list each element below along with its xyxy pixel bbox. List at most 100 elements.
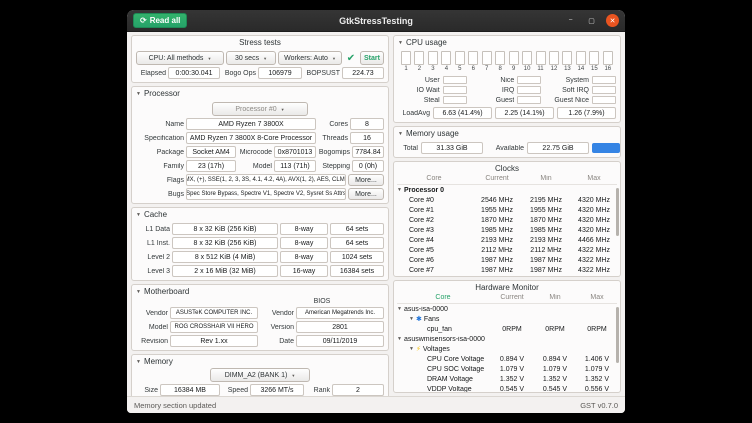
loadavg-1min[interactable]: 6.63 (41.4%) — [433, 107, 492, 119]
mem-total-value[interactable]: 31.33 GiB — [421, 142, 483, 154]
hwmon-scrollbar[interactable] — [616, 307, 619, 389]
hwmon-sensor-row[interactable]: CPU SOC Voltage 1.079 V 1.079 V 1.079 V — [397, 364, 617, 374]
mem-available-value[interactable]: 22.75 GiB — [527, 142, 589, 154]
package-value[interactable]: Socket AM4 — [186, 146, 236, 158]
hwmon-col-current[interactable]: Current — [491, 294, 533, 301]
cache-ways-value[interactable]: 8-way — [280, 223, 328, 235]
model-value[interactable]: 113 (71h) — [274, 160, 316, 172]
clocks-col-core[interactable]: Core — [397, 175, 471, 182]
clocks-col-max[interactable]: Max — [571, 175, 617, 182]
hwmon-col-core[interactable]: Core — [397, 294, 489, 301]
bogomips-value[interactable]: 7784.84 — [352, 146, 384, 158]
hwmon-table-header: Core Current Min Max — [397, 294, 617, 304]
mem-rank-value[interactable]: 2 — [332, 384, 384, 396]
memory-expander[interactable]: ▼ Memory — [136, 357, 384, 368]
workers-dropdown[interactable]: Workers: Auto ▼ — [278, 51, 342, 65]
flags-more-button[interactable]: More... — [348, 174, 384, 186]
bugs-value[interactable]: Spec Store Bypass, Spectre V1, Spectre V… — [186, 188, 346, 200]
clock-row[interactable]: Core #5 2112 MHz 2112 MHz 4322 MHz — [397, 245, 617, 255]
processor-selector[interactable]: Processor #0 ▼ — [212, 102, 308, 116]
clocks-scrollbar[interactable] — [616, 188, 619, 273]
memory-usage-expander[interactable]: ▼ Memory usage — [398, 129, 616, 140]
cache-expander[interactable]: ▼ Cache — [136, 210, 384, 221]
hwmon-sensor-row[interactable]: VDDP Voltage 0.545 V 0.545 V 0.556 V — [397, 384, 617, 393]
stat-bar — [443, 86, 467, 94]
cache-size-value[interactable]: 2 x 16 MiB (32 MiB) — [172, 265, 278, 277]
start-button[interactable]: Start — [360, 51, 384, 65]
processor-expander[interactable]: ▼ Processor — [136, 89, 384, 100]
family-value[interactable]: 23 (17h) — [186, 160, 236, 172]
duration-dropdown[interactable]: 30 secs ▼ — [226, 51, 276, 65]
clocks-col-min[interactable]: Min — [523, 175, 569, 182]
clock-row[interactable]: Core #3 1985 MHz 1985 MHz 4320 MHz — [397, 225, 617, 235]
mobo-revision-value[interactable]: Rev 1.xx — [170, 335, 258, 347]
titlebar[interactable]: ⟳ Read all GtkStressTesting − ▢ ✕ — [127, 10, 625, 32]
cache-ways-value[interactable]: 16-way — [280, 265, 328, 277]
clock-row[interactable]: Core #0 2546 MHz 2195 MHz 4320 MHz — [397, 195, 617, 205]
cache-row-label: Level 2 — [136, 254, 170, 261]
bios-vendor-value[interactable]: American Megatrends Inc. — [296, 307, 384, 319]
app-window: ⟳ Read all GtkStressTesting − ▢ ✕ Stress… — [127, 10, 625, 413]
clock-row[interactable]: Core #1 1955 MHz 1955 MHz 4320 MHz — [397, 205, 617, 215]
flags-value[interactable]: MMX, (+), SSE(1, 2, 3, 3S, 4.1, 4.2, 4A)… — [186, 174, 346, 186]
cache-ways-value[interactable]: 8-way — [280, 251, 328, 263]
bios-date-value[interactable]: 09/11/2019 — [296, 335, 384, 347]
cache-sets-value[interactable]: 16384 sets — [330, 265, 384, 277]
read-all-button[interactable]: ⟳ Read all — [133, 13, 187, 28]
clock-row[interactable]: Core #2 1870 MHz 1870 MHz 4320 MHz — [397, 215, 617, 225]
cpu-usage-expander[interactable]: ▼ CPU usage — [398, 38, 616, 49]
clocks-col-current[interactable]: Current — [473, 175, 521, 182]
elapsed-value[interactable]: 0:00:30.041 — [168, 67, 220, 79]
hwmon-col-max[interactable]: Max — [577, 294, 617, 301]
hwmon-sensor-row[interactable]: cpu_fan 0RPM 0RPM 0RPM — [397, 324, 617, 334]
core-number: 3 — [431, 66, 434, 73]
mem-size-value[interactable]: 16384 MB — [160, 384, 220, 396]
threads-value[interactable]: 16 — [350, 132, 384, 144]
minimize-button[interactable]: − — [564, 14, 577, 27]
mobo-model-value[interactable]: ROG CROSSHAIR VII HERO — [170, 321, 258, 333]
clock-row[interactable]: Core #7 1987 MHz 1987 MHz 4322 MHz — [397, 265, 617, 275]
motherboard-expander[interactable]: ▼ Motherboard — [136, 287, 384, 298]
dimm-selector[interactable]: DIMM_A2 (BANK 1) ▼ — [210, 368, 310, 382]
hwmon-sensor-row[interactable]: CPU Core Voltage 0.894 V 0.894 V 1.406 V — [397, 354, 617, 364]
mobo-vendor-value[interactable]: ASUSTeK COMPUTER INC. — [170, 307, 258, 319]
cache-sets-value[interactable]: 1024 sets — [330, 251, 384, 263]
loadavg-5min[interactable]: 2.25 (14.1%) — [495, 107, 554, 119]
model-label: Model — [238, 163, 272, 170]
cpu-method-dropdown[interactable]: CPU: All methods ▼ — [136, 51, 224, 65]
cache-size-value[interactable]: 8 x 32 KiB (256 KiB) — [172, 237, 278, 249]
maximize-button[interactable]: ▢ — [585, 14, 598, 27]
bios-title: BIOS — [260, 298, 384, 305]
hwmon-sensor-row[interactable]: DRAM Voltage 1.352 V 1.352 V 1.352 V — [397, 374, 617, 384]
bogo-ops-value[interactable]: 106979 — [258, 67, 302, 79]
hwmon-fans-row[interactable]: ▼✱Fans — [397, 314, 617, 324]
cpu-name-value[interactable]: AMD Ryzen 7 3800X — [186, 118, 316, 130]
hwmon-chip-row[interactable]: ▼asus-isa-0000 — [397, 304, 617, 314]
microcode-value[interactable]: 0x8701013 — [274, 146, 316, 158]
clock-row[interactable]: Core #4 2193 MHz 2193 MHz 4466 MHz — [397, 235, 617, 245]
bios-version-value[interactable]: 2801 — [296, 321, 384, 333]
close-button[interactable]: ✕ — [606, 14, 619, 27]
loadavg-15min[interactable]: 1.26 (7.9%) — [557, 107, 616, 119]
bugs-more-button[interactable]: More... — [348, 188, 384, 200]
specification-value[interactable]: AMD Ryzen 7 3800X 8-Core Processor — [186, 132, 316, 144]
clock-row[interactable]: Core #6 1987 MHz 1987 MHz 4322 MHz — [397, 255, 617, 265]
bios-version-label: Version — [260, 324, 294, 331]
stat-bar — [443, 96, 467, 104]
stepping-value[interactable]: 0 (0h) — [352, 160, 384, 172]
cache-sets-value[interactable]: 64 sets — [330, 237, 384, 249]
cache-sets-value[interactable]: 64 sets — [330, 223, 384, 235]
expander-icon: ▼ — [136, 289, 141, 295]
hwmon-voltages-row[interactable]: ▼⚡Voltages — [397, 344, 617, 354]
clocks-group-row[interactable]: ▼Processor 0 — [397, 185, 617, 195]
cache-ways-value[interactable]: 8-way — [280, 237, 328, 249]
bopsust-value[interactable]: 224.73 — [342, 67, 384, 79]
hwmon-chip-row[interactable]: ▼asuswmisensors-isa-0000 — [397, 334, 617, 344]
mem-size-label: Size — [136, 387, 158, 394]
cache-size-value[interactable]: 8 x 32 KiB (256 KiB) — [172, 223, 278, 235]
hwmon-col-min[interactable]: Min — [535, 294, 575, 301]
mem-speed-value[interactable]: 3266 MT/s — [250, 384, 304, 396]
cache-size-value[interactable]: 8 x 512 KiB (4 MiB) — [172, 251, 278, 263]
stat-bar — [517, 86, 541, 94]
cores-value[interactable]: 8 — [350, 118, 384, 130]
